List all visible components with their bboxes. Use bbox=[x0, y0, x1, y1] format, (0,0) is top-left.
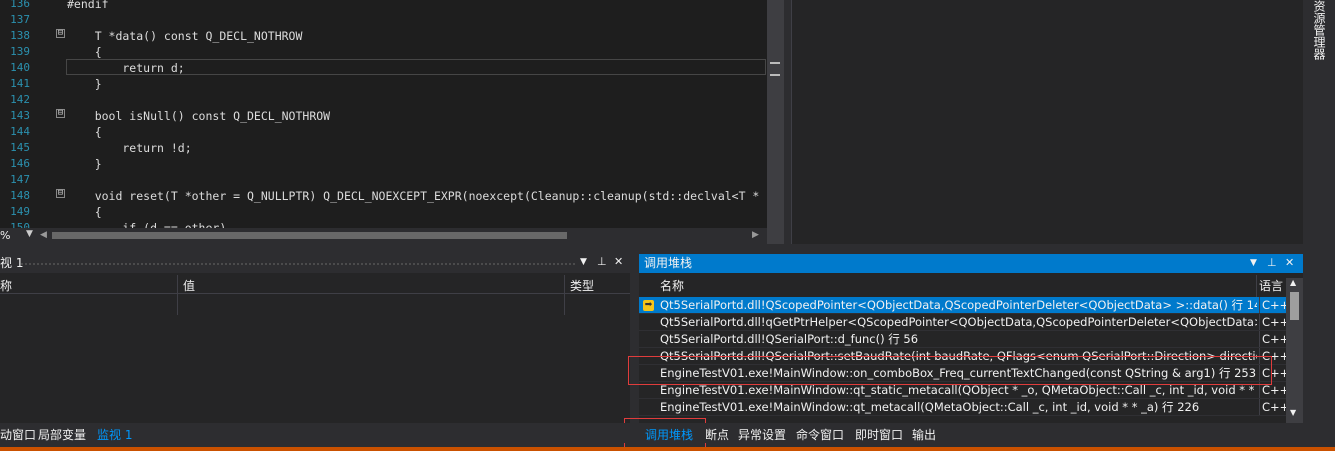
line-number: 140 bbox=[10, 61, 30, 74]
fold-toggle-icon[interactable]: ⊟ bbox=[56, 189, 65, 198]
code-line[interactable]: { bbox=[67, 125, 102, 139]
call-stack-scroll-thumb[interactable] bbox=[1290, 292, 1299, 320]
call-stack-row[interactable]: Qt5SerialPortd.dll!qGetPtrHelper<QScoped… bbox=[639, 314, 1287, 331]
tab-locals[interactable]: 局部变量 bbox=[38, 426, 86, 443]
close-icon[interactable]: ✕ bbox=[1285, 256, 1294, 269]
vs-ide-window: 136 #endif 137 138 T *data() const Q_DECL_N… bbox=[0, 0, 1335, 451]
current-frame-arrow-icon: ➡ bbox=[643, 300, 654, 311]
call-stack-panel: 调用堆栈 ▼ ⊥ ✕ 名称 语言 ➡ Qt5SerialPortd.dll!QSc… bbox=[639, 254, 1303, 423]
scroll-up-icon[interactable]: ▲ bbox=[1290, 278, 1296, 287]
line-number: 145 bbox=[10, 141, 30, 154]
column-name[interactable]: 称 bbox=[0, 277, 12, 294]
watch-titlebar: 视 1 ▼ ⊥ ✕ bbox=[0, 254, 630, 273]
line-number: 143 bbox=[10, 109, 30, 122]
tab-immediate-window[interactable]: 即时窗口 bbox=[855, 426, 903, 443]
frame-name: Qt5SerialPortd.dll!qGetPtrHelper<QScoped… bbox=[660, 315, 1257, 329]
line-number: 139 bbox=[10, 45, 30, 58]
column-divider[interactable] bbox=[1256, 275, 1257, 297]
call-stack-scrollbar[interactable]: ▲ ▼ bbox=[1286, 278, 1303, 423]
right-tool-strip bbox=[1303, 0, 1335, 451]
tab-output[interactable]: 输出 bbox=[912, 426, 936, 443]
horizontal-scroll-thumb[interactable] bbox=[52, 232, 567, 239]
column-value[interactable]: 值 bbox=[183, 277, 195, 294]
column-type[interactable]: 类型 bbox=[570, 277, 594, 294]
code-line[interactable]: return !d; bbox=[67, 141, 191, 155]
tab-breakpoints[interactable]: 断点 bbox=[705, 426, 729, 443]
line-number: 141 bbox=[10, 77, 30, 90]
line-number: 146 bbox=[10, 157, 30, 170]
frame-language: C++ bbox=[1259, 297, 1287, 313]
line-number: 138 bbox=[10, 29, 30, 42]
code-line[interactable]: bool isNull() const Q_DECL_NOTHROW bbox=[67, 109, 330, 123]
status-bar bbox=[0, 447, 1335, 451]
call-stack-titlebar: 调用堆栈 ▼ ⊥ ✕ bbox=[639, 254, 1303, 273]
tab-exception-settings[interactable]: 异常设置 bbox=[738, 426, 786, 443]
frame-language: C++ bbox=[1259, 331, 1287, 347]
call-stack-title: 调用堆栈 bbox=[644, 256, 693, 270]
code-line[interactable]: { bbox=[67, 45, 102, 59]
chevron-down-icon[interactable]: ▼ bbox=[580, 257, 587, 267]
column-language[interactable]: 语言 bbox=[1259, 277, 1283, 294]
column-name[interactable]: 名称 bbox=[660, 277, 684, 294]
code-line[interactable]: #endif bbox=[67, 0, 109, 11]
frame-language: C++ bbox=[1259, 399, 1287, 415]
tab-command-window[interactable]: 命令窗口 bbox=[796, 426, 844, 443]
fold-toggle-icon[interactable]: ⊟ bbox=[56, 29, 65, 38]
scroll-right-icon[interactable]: ▶ bbox=[752, 230, 759, 240]
code-editor[interactable]: 136 #endif 137 138 T *data() const Q_DECL_N… bbox=[0, 0, 767, 228]
column-divider[interactable] bbox=[564, 275, 565, 315]
code-line[interactable]: { bbox=[67, 205, 102, 219]
tab-call-stack[interactable]: 调用堆栈 bbox=[645, 426, 693, 443]
column-divider[interactable] bbox=[177, 275, 178, 315]
chevron-down-icon[interactable]: ▼ bbox=[26, 229, 33, 239]
call-stack-row[interactable]: ➡ Qt5SerialPortd.dll!QScopedPointer<QObje… bbox=[639, 297, 1287, 314]
frame-language: C++ bbox=[1259, 314, 1287, 330]
line-number: 147 bbox=[10, 173, 30, 186]
secondary-editor-pane bbox=[791, 0, 1303, 244]
drag-grip[interactable] bbox=[20, 262, 575, 266]
pin-icon[interactable]: ⊥ bbox=[1267, 256, 1277, 269]
frame-name: EngineTestV01.exe!MainWindow::qt_metacal… bbox=[660, 400, 1200, 414]
editor-vertical-scrollbar[interactable] bbox=[767, 0, 784, 244]
scroll-down-icon[interactable]: ▼ bbox=[1290, 408, 1296, 417]
call-stack-row[interactable]: EngineTestV01.exe!MainWindow::qt_metacal… bbox=[639, 399, 1287, 416]
line-number: 149 bbox=[10, 205, 30, 218]
call-stack-row[interactable]: Qt5SerialPortd.dll!QSerialPort::d_func()… bbox=[639, 331, 1287, 348]
zoom-level[interactable]: % bbox=[0, 229, 10, 242]
scroll-position-marker[interactable] bbox=[770, 62, 780, 76]
tab-watch-1[interactable]: 监视 1 bbox=[97, 426, 132, 443]
line-number: 137 bbox=[10, 13, 30, 26]
scroll-left-icon[interactable]: ◀ bbox=[40, 230, 47, 240]
code-line[interactable]: } bbox=[67, 157, 102, 171]
line-number: 150 bbox=[10, 221, 30, 228]
editor-horizontal-scrollbar[interactable]: % ▼ ◀ ▶ bbox=[0, 228, 767, 244]
watch-column-headers: 称 值 类型 bbox=[0, 275, 630, 315]
annotation-highlight-box bbox=[628, 356, 1272, 385]
watch-panel: 视 1 ▼ ⊥ ✕ 称 值 类型 bbox=[0, 254, 630, 423]
code-line[interactable]: return d; bbox=[67, 61, 184, 75]
bottom-tabs-right: 调用堆栈 断点 异常设置 命令窗口 即时窗口 输出 bbox=[639, 423, 1303, 443]
fold-toggle-icon[interactable]: ⊟ bbox=[56, 109, 65, 118]
solution-explorer-tab[interactable]: 资源管理器 bbox=[1308, 0, 1328, 66]
line-number: 142 bbox=[10, 93, 30, 106]
code-line[interactable]: void reset(T *other = Q_NULLPTR) Q_DECL_… bbox=[67, 189, 760, 203]
frame-name: Qt5SerialPortd.dll!QSerialPort::d_func()… bbox=[660, 332, 919, 346]
bottom-tabs-left: 动窗口 局部变量 监视 1 bbox=[0, 423, 630, 443]
tab-auto-window[interactable]: 动窗口 bbox=[0, 426, 36, 443]
line-number: 148 bbox=[10, 189, 30, 202]
line-number: 144 bbox=[10, 125, 30, 138]
close-icon[interactable]: ✕ bbox=[614, 255, 623, 268]
line-number: 136 bbox=[10, 0, 30, 10]
code-line[interactable]: T *data() const Q_DECL_NOTHROW bbox=[67, 29, 303, 43]
pin-icon[interactable]: ⊥ bbox=[597, 255, 607, 268]
code-line[interactable]: } bbox=[67, 77, 102, 91]
chevron-down-icon[interactable]: ▼ bbox=[1250, 258, 1257, 268]
frame-name: Qt5SerialPortd.dll!QScopedPointer<QObjec… bbox=[660, 298, 1257, 312]
code-line[interactable]: if (d == other) bbox=[67, 221, 226, 228]
